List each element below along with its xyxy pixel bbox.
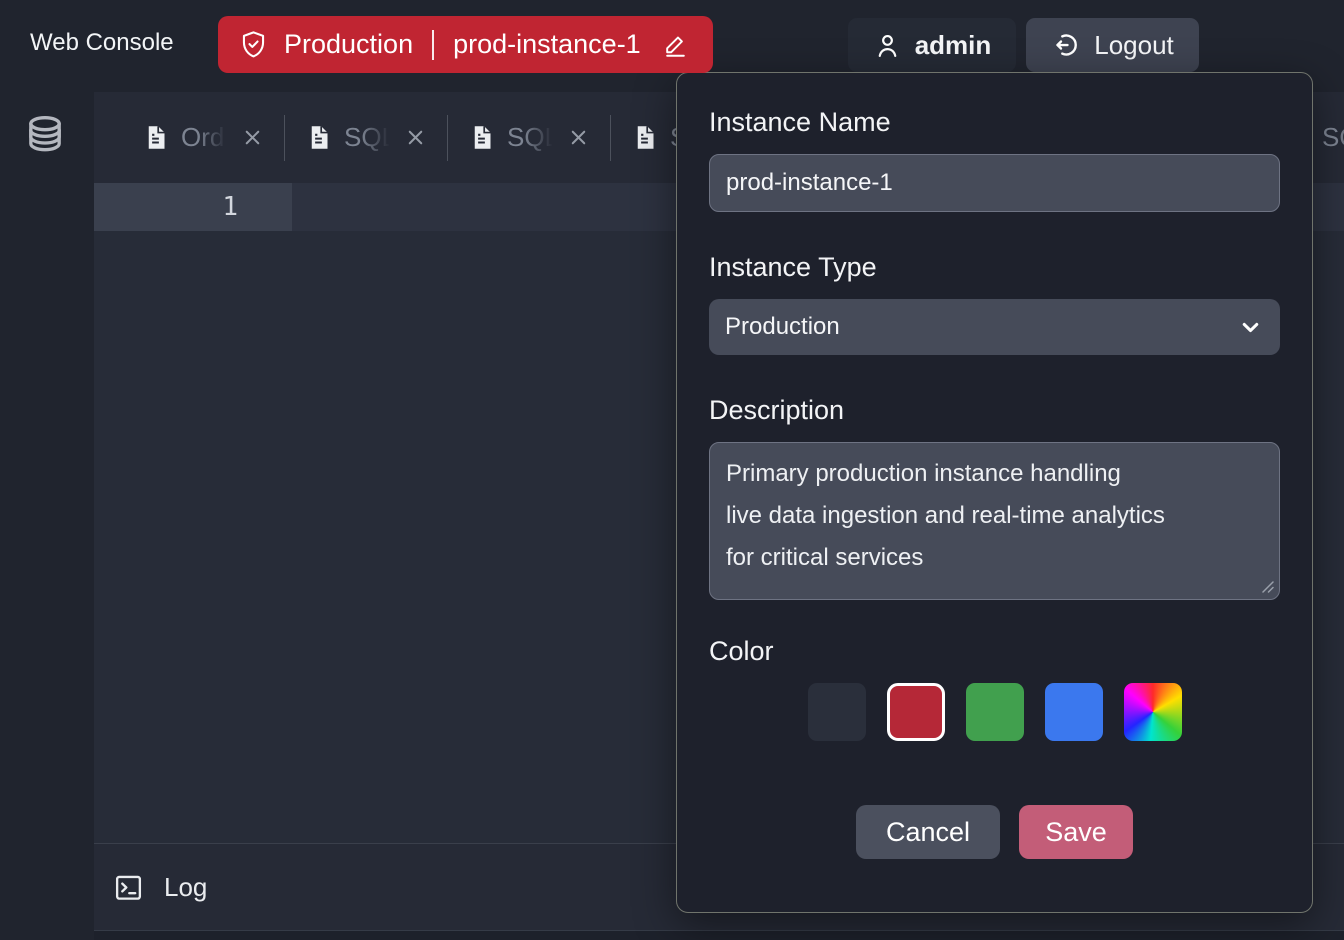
file-icon [468,124,495,151]
database-icon [25,113,65,161]
bottom-panel-edge [94,930,1344,940]
resize-handle-icon[interactable] [1261,580,1275,594]
instance-settings-dialog: Instance Name Instance Type Production D… [676,72,1313,913]
logout-button[interactable]: Logout [1026,18,1199,72]
editor-tab[interactable]: SQL [285,92,447,183]
environment-label: Production [284,29,413,60]
badge-separator [432,30,434,60]
editor-tab[interactable]: Ord [122,92,284,183]
color-swatch[interactable] [1124,683,1182,741]
color-swatch-row [709,683,1280,741]
editor-tab[interactable]: SQL [448,92,610,183]
line-number: 1 [222,192,238,222]
instance-name-input[interactable] [709,154,1280,212]
instance-type-select[interactable]: Production [709,299,1280,355]
user-icon [873,31,902,60]
tab-label: Ord [181,122,229,153]
username-label: admin [915,30,992,61]
instance-name-field-label: Instance Name [709,107,1280,138]
web-console-app: Web Console Production prod-instance-1 a… [0,0,1344,940]
instance-type-value: Production [725,313,840,341]
logout-label: Logout [1094,30,1174,61]
user-button[interactable]: admin [848,18,1016,72]
color-swatch[interactable] [1045,683,1103,741]
tab-close-icon[interactable] [567,126,590,149]
color-swatch[interactable] [966,683,1024,741]
description-textarea[interactable]: Primary production instance handling liv… [709,442,1280,600]
instance-name-label: prod-instance-1 [453,29,641,60]
log-label: Log [164,872,207,903]
sidebar-item-database[interactable] [25,113,65,161]
tab-close-icon[interactable] [241,126,264,149]
description-textarea-wrap: Primary production instance handling liv… [709,442,1280,600]
environment-badge[interactable]: Production prod-instance-1 [218,16,713,73]
app-title: Web Console [30,29,174,57]
tab-label: SQL [507,122,555,153]
file-icon [305,124,332,151]
file-icon [631,124,658,151]
logout-icon [1051,30,1081,60]
edit-pencil-icon[interactable] [662,31,689,58]
shield-check-icon [238,29,269,60]
tab-label: SQL [344,122,392,153]
chevron-down-icon [1239,316,1262,339]
description-field-label: Description [709,395,1280,426]
dialog-button-row: Cancel Save [709,805,1280,859]
color-swatch[interactable] [808,683,866,741]
tab-label: SQL [1322,122,1344,153]
color-swatch[interactable] [887,683,945,741]
cancel-button[interactable]: Cancel [856,805,1000,859]
terminal-icon [113,872,144,903]
line-number-gutter: 1 [94,183,292,231]
instance-type-field-label: Instance Type [709,252,1280,283]
tab-close-icon[interactable] [404,126,427,149]
file-icon [142,124,169,151]
color-field-label: Color [709,636,1280,667]
save-button[interactable]: Save [1019,805,1133,859]
